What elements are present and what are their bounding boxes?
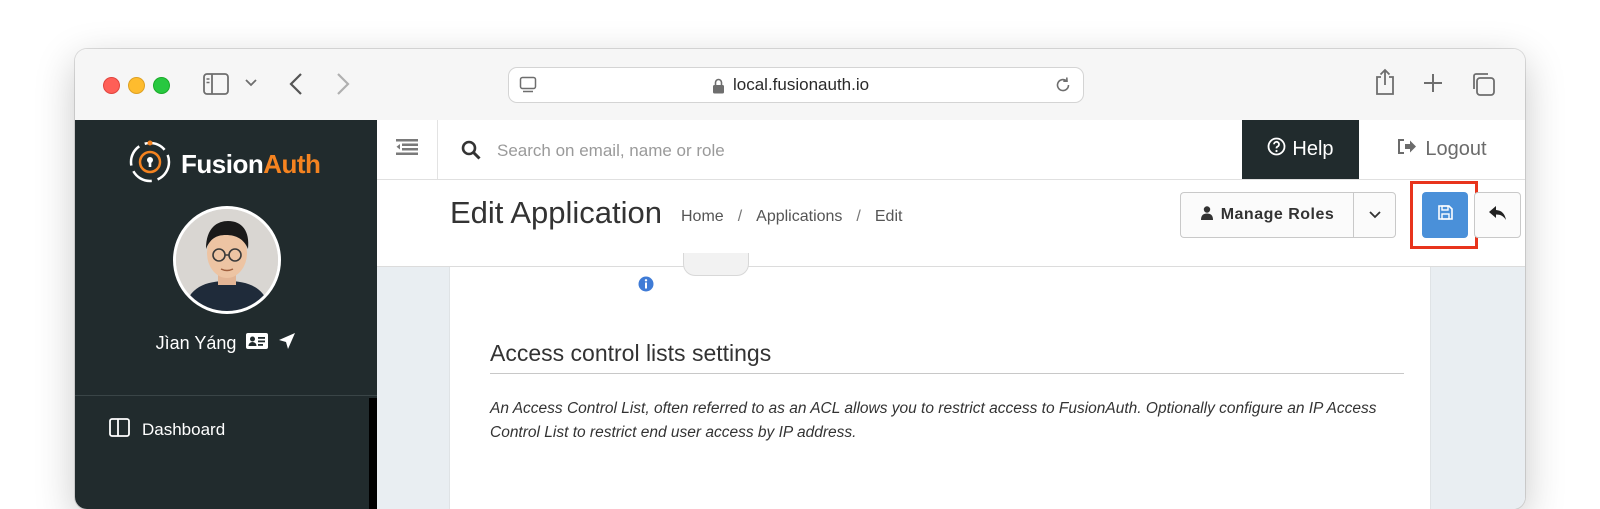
avatar[interactable] <box>173 206 281 314</box>
fusionauth-logo-icon <box>127 139 173 190</box>
logout-label: Logout <box>1425 138 1487 160</box>
url-text: local.fusionauth.io <box>733 75 870 94</box>
lock-icon <box>712 78 725 99</box>
breadcrumb-home[interactable]: Home <box>681 208 724 226</box>
breadcrumb-separator: / <box>856 208 861 225</box>
manage-roles-button[interactable]: Manage Roles <box>1180 192 1354 238</box>
info-icon[interactable] <box>638 276 654 297</box>
user-icon <box>1200 205 1213 225</box>
logo-text-auth: Auth <box>263 148 321 179</box>
dashboard-icon <box>109 418 130 442</box>
close-window-button[interactable] <box>103 77 120 94</box>
reader-icon[interactable] <box>519 76 537 94</box>
page-header: Edit Application Home / Applications / E… <box>377 180 1525 267</box>
section-description: An Access Control List, often referred t… <box>490 400 1377 441</box>
chevron-down-icon[interactable] <box>245 79 257 87</box>
form-panel: Access control lists settings An Access … <box>449 253 1431 509</box>
save-button-highlight <box>1410 181 1478 249</box>
browser-window: local.fusionauth.io FusionAuth Jìan Yáng… <box>75 49 1525 509</box>
help-label: Help <box>1292 138 1334 160</box>
help-button[interactable]: Help <box>1242 120 1359 179</box>
sign-out-icon <box>1397 138 1417 161</box>
breadcrumb: Home / Applications / Edit <box>681 208 902 226</box>
new-tab-icon[interactable] <box>1422 72 1444 94</box>
sidebar-item-dashboard[interactable]: Dashboard <box>109 418 225 442</box>
back-arrow-icon[interactable] <box>289 72 303 96</box>
sidebar-scrollbar[interactable] <box>369 398 377 509</box>
user-name: Jìan Yáng <box>155 332 237 353</box>
top-bar: Help Logout <box>377 120 1525 180</box>
fusionauth-logo[interactable]: FusionAuth <box>127 139 321 190</box>
page-title: Edit Application <box>450 195 662 230</box>
search-icon <box>461 140 481 165</box>
question-circle-icon <box>1267 137 1286 162</box>
breadcrumb-edit: Edit <box>874 208 903 225</box>
reply-arrow-icon <box>1488 205 1507 225</box>
logout-button[interactable]: Logout <box>1359 120 1525 179</box>
forward-arrow-icon[interactable] <box>336 72 350 96</box>
sidebar-item-label: Dashboard <box>142 420 226 439</box>
sidebar-toggle-icon[interactable] <box>203 73 229 95</box>
share-icon[interactable] <box>1374 68 1396 96</box>
section-title: Access control lists settings <box>490 340 772 366</box>
search-input[interactable] <box>495 134 1159 168</box>
collapse-menu-icon <box>396 139 418 160</box>
back-button[interactable] <box>1474 192 1521 238</box>
zoom-window-button[interactable] <box>153 77 170 94</box>
location-arrow-icon[interactable] <box>278 332 296 355</box>
chevron-down-icon <box>1368 206 1381 224</box>
address-bar[interactable]: local.fusionauth.io <box>508 67 1084 103</box>
sidebar-divider <box>75 395 377 396</box>
id-card-icon[interactable] <box>246 332 269 354</box>
browser-toolbar: local.fusionauth.io <box>75 49 1525 121</box>
logo-text-fusion: Fusion <box>181 148 264 179</box>
menu-toggle-button[interactable] <box>377 120 438 179</box>
section-divider <box>490 373 1404 374</box>
toggle-switch[interactable] <box>683 253 749 276</box>
reload-icon[interactable] <box>1054 76 1072 94</box>
tab-overview-icon[interactable] <box>1470 71 1496 97</box>
manage-roles-label: Manage Roles <box>1220 206 1335 223</box>
minimize-window-button[interactable] <box>128 77 145 94</box>
user-info: Jìan Yáng <box>75 330 377 356</box>
breadcrumb-applications[interactable]: Applications <box>756 208 842 226</box>
breadcrumb-separator: / <box>737 208 743 225</box>
sidebar: FusionAuth Jìan Yáng Dashboard <box>75 120 377 509</box>
main-content: Help Logout Edit Application Home / Appl… <box>377 120 1525 509</box>
manage-roles-dropdown-toggle[interactable] <box>1353 192 1396 238</box>
